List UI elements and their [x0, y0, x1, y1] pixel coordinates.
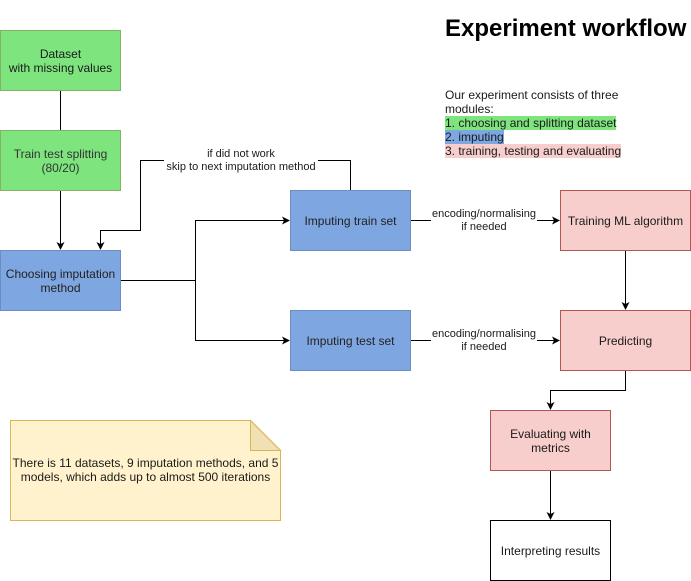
description-intro: Our experiment consists of three modules…	[445, 88, 619, 116]
note-text: There is 11 datasets, 9 imputation metho…	[12, 456, 279, 484]
node-train-test-split[interactable]: Train test splitting (80/20)	[0, 130, 121, 191]
node-dataset[interactable]: Dataset with missing values	[0, 30, 121, 91]
module-1-label: 1. choosing and splitting dataset	[445, 116, 617, 130]
edge-label-encode-test: encoding/normalising if needed	[431, 328, 537, 354]
edge-label-retry: if did not work skip to next imputation …	[164, 148, 318, 174]
edge-predicting-evaluating	[546, 370, 626, 410]
node-impute-test[interactable]: Imputing test set	[290, 310, 411, 371]
module-2-label: 2. imputing	[445, 130, 504, 144]
module-3-label: 3. training, testing and evaluating	[445, 144, 622, 158]
edge-choose-test	[195, 280, 290, 345]
description: Our experiment consists of three modules…	[445, 88, 635, 158]
node-choose-imputation[interactable]: Choosing imputation method	[0, 250, 121, 311]
node-evaluating[interactable]: Evaluating with metrics	[490, 410, 611, 471]
node-predicting[interactable]: Predicting	[560, 310, 691, 371]
edge-label-encode-train: encoding/normalising if needed	[431, 208, 537, 234]
node-training[interactable]: Training ML algorithm	[560, 190, 691, 251]
diagram-title: Experiment workflow	[445, 15, 687, 42]
node-impute-train[interactable]: Imputing train set	[290, 190, 411, 251]
edge-choose-train	[120, 216, 290, 281]
node-interpreting[interactable]: Interpreting results	[490, 520, 611, 581]
